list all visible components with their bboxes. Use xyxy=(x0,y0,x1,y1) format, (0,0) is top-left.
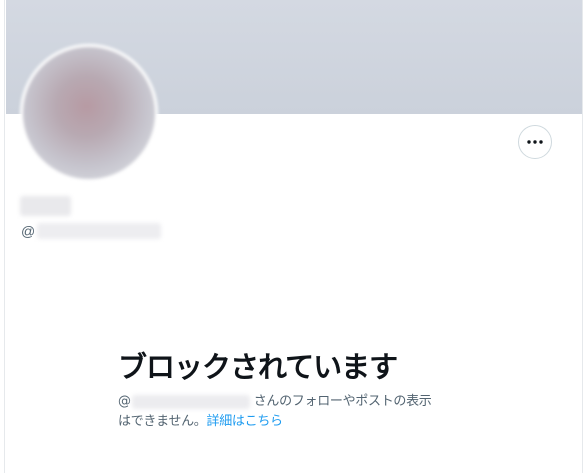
profile-page: @ ブロックされています @ さんのフォローやポストの表示 はできません。 詳細… xyxy=(0,0,586,473)
avatar[interactable] xyxy=(20,44,158,182)
more-options-button[interactable] xyxy=(518,125,552,159)
learn-more-link[interactable]: 詳細はこちら xyxy=(207,412,284,432)
more-horizontal-icon xyxy=(527,140,543,144)
handle-at-sign: @ xyxy=(21,223,36,239)
blocked-title: ブロックされています xyxy=(118,350,398,384)
left-border xyxy=(4,0,5,473)
blocked-description-text-2: はできません。 xyxy=(118,414,207,429)
display-name-redacted xyxy=(20,196,71,216)
blocked-description-line-1: @ さんのフォローやポストの表示 xyxy=(118,392,468,412)
blocked-description-text-1: さんのフォローやポストの表示 xyxy=(253,394,432,409)
right-border xyxy=(582,0,583,473)
blocked-at-sign: @ xyxy=(118,394,131,409)
blocked-description: @ さんのフォローやポストの表示 はできません。 詳細はこちら xyxy=(118,392,468,432)
handle-redacted xyxy=(37,223,162,239)
blocked-handle-redacted xyxy=(131,395,250,409)
profile-handle: @ xyxy=(21,222,162,240)
blocked-description-line-2: はできません。 詳細はこちら xyxy=(118,412,468,432)
